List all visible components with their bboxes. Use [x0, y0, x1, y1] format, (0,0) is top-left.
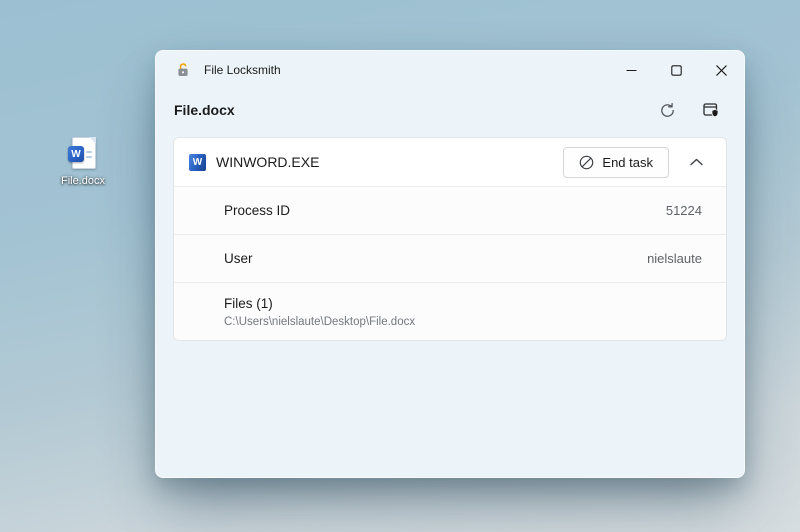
chevron-up-icon	[690, 158, 703, 166]
desktop-icon-label: File.docx	[61, 175, 105, 187]
caption-buttons	[609, 51, 744, 89]
close-icon	[716, 65, 727, 76]
process-id-row: Process ID 51224	[174, 186, 726, 234]
process-name: WINWORD.EXE	[216, 154, 319, 170]
collapse-button[interactable]	[679, 147, 713, 178]
selected-file-name: File.docx	[174, 102, 235, 118]
header-actions	[648, 93, 730, 127]
end-task-button[interactable]: End task	[563, 147, 669, 178]
document-text-line	[86, 156, 92, 158]
window-titlebar[interactable]: File Locksmith	[156, 51, 744, 89]
minimize-icon	[626, 65, 637, 76]
files-count-label: Files (1)	[224, 296, 702, 311]
process-id-label: Process ID	[224, 203, 290, 218]
winword-app-icon: W	[189, 154, 206, 171]
document-text-line	[86, 151, 92, 153]
desktop-file-icon[interactable]: W File.docx	[52, 137, 114, 187]
user-row: User nielslaute	[174, 234, 726, 282]
locked-file-path: C:\Users\nielslaute\Desktop\File.docx	[224, 316, 702, 328]
refresh-button[interactable]	[648, 93, 686, 127]
process-header-row: W WINWORD.EXE End task	[174, 138, 726, 186]
refresh-icon	[659, 102, 676, 119]
user-label: User	[224, 251, 253, 266]
maximize-icon	[671, 65, 682, 76]
word-logo-tile: W	[68, 146, 84, 162]
open-padlock-icon	[175, 62, 191, 78]
minimize-button[interactable]	[609, 51, 654, 89]
maximize-button[interactable]	[654, 51, 699, 89]
restart-as-admin-button[interactable]	[692, 93, 730, 127]
word-document-icon: W	[68, 137, 98, 171]
files-row: Files (1) C:\Users\nielslaute\Desktop\Fi…	[174, 282, 726, 340]
file-locksmith-window: File Locksmith File.docx	[155, 50, 745, 478]
file-header-bar: File.docx	[156, 89, 744, 135]
restart-as-admin-icon	[702, 101, 720, 119]
close-button[interactable]	[699, 51, 744, 89]
process-card: W WINWORD.EXE End task Process ID 51224	[173, 137, 727, 341]
user-value: nielslaute	[647, 251, 702, 266]
page-fold-corner	[89, 137, 96, 144]
window-title: File Locksmith	[204, 63, 281, 77]
process-id-value: 51224	[666, 203, 702, 218]
end-task-label: End task	[602, 155, 653, 170]
prohibition-icon	[579, 155, 594, 170]
